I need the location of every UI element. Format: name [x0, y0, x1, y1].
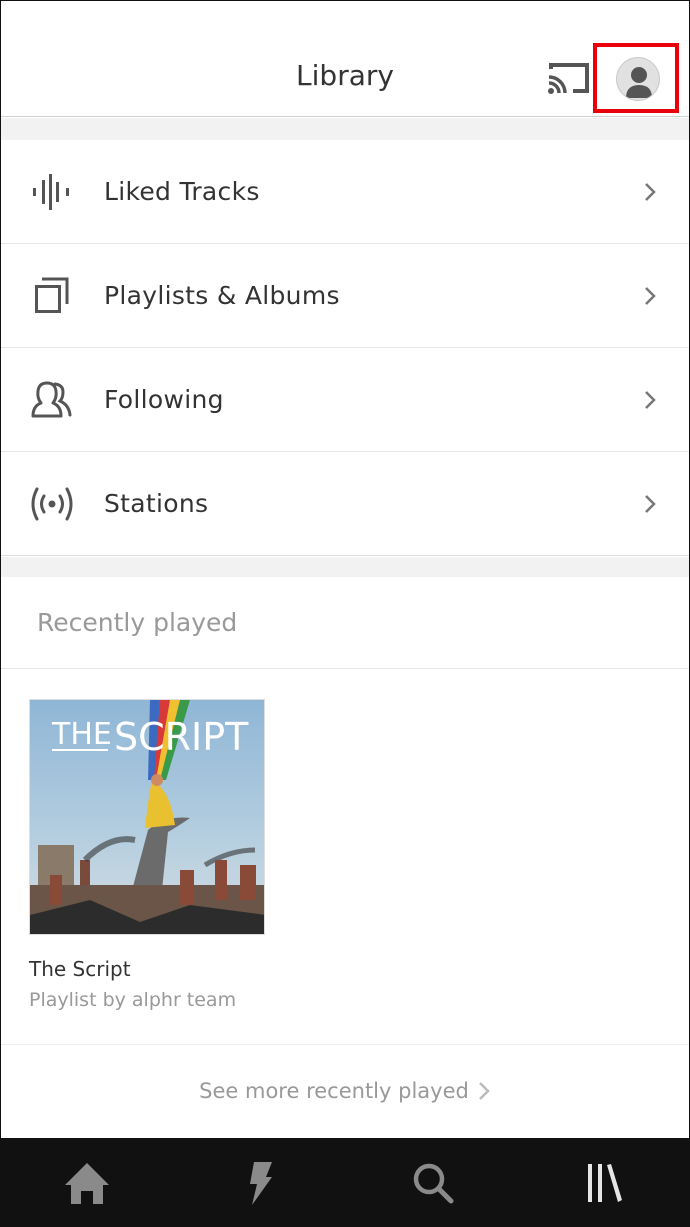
broadcast-icon — [29, 481, 75, 527]
search-icon — [413, 1163, 453, 1204]
cover-text-the: THE — [51, 717, 112, 752]
tab-home[interactable] — [0, 1138, 173, 1227]
section-divider — [1, 118, 689, 140]
menu-item-following[interactable]: Following — [1, 348, 689, 452]
waveform-icon — [29, 169, 75, 215]
cast-icon — [548, 63, 589, 94]
profile-button-highlight[interactable] — [593, 43, 679, 113]
library-menu: Liked Tracks Playlists & Albums Followin… — [1, 140, 689, 556]
stacked-squares-icon — [29, 273, 75, 319]
chevron-right-icon — [645, 494, 656, 513]
tab-stream[interactable] — [173, 1138, 346, 1227]
chevron-right-icon — [478, 1081, 490, 1100]
album-cover-image[interactable]: THE SCRIPT — [29, 699, 265, 935]
menu-item-label: Following — [104, 385, 224, 414]
menu-item-playlists-albums[interactable]: Playlists & Albums — [1, 244, 689, 348]
menu-item-label: Liked Tracks — [104, 177, 260, 206]
home-icon — [64, 1163, 109, 1204]
top-bar: Library — [1, 1, 689, 117]
chevron-right-icon — [645, 390, 656, 409]
menu-item-label: Playlists & Albums — [104, 281, 340, 310]
section-title: Recently played — [1, 577, 689, 669]
recently-played-section: Recently played THE SCRIPT The Script Pl… — [1, 577, 689, 1011]
tab-search[interactable] — [346, 1138, 519, 1227]
section-divider — [1, 557, 689, 577]
lightning-icon — [249, 1162, 272, 1205]
tab-library[interactable] — [519, 1138, 690, 1227]
recent-item-card[interactable]: THE SCRIPT The Script Playlist by alphr … — [29, 699, 267, 1011]
recent-item-subtitle: Playlist by alphr team — [29, 989, 237, 1011]
see-more-recently-played-link[interactable]: See more recently played — [1, 1044, 689, 1136]
menu-item-label: Stations — [104, 489, 209, 518]
recent-item-title[interactable]: The Script — [29, 957, 267, 981]
menu-item-liked-tracks[interactable]: Liked Tracks — [1, 140, 689, 244]
cast-button[interactable] — [547, 59, 591, 97]
profile-avatar-icon[interactable] — [616, 57, 660, 101]
library-icon — [587, 1164, 622, 1202]
menu-item-stations[interactable]: Stations — [1, 452, 689, 556]
chevron-right-icon — [645, 286, 656, 305]
bottom-tab-bar — [0, 1138, 690, 1227]
see-more-label: See more recently played — [199, 1078, 469, 1103]
cover-text-script: SCRIPT — [114, 715, 249, 759]
people-icon — [29, 377, 75, 423]
chevron-right-icon — [645, 182, 656, 201]
